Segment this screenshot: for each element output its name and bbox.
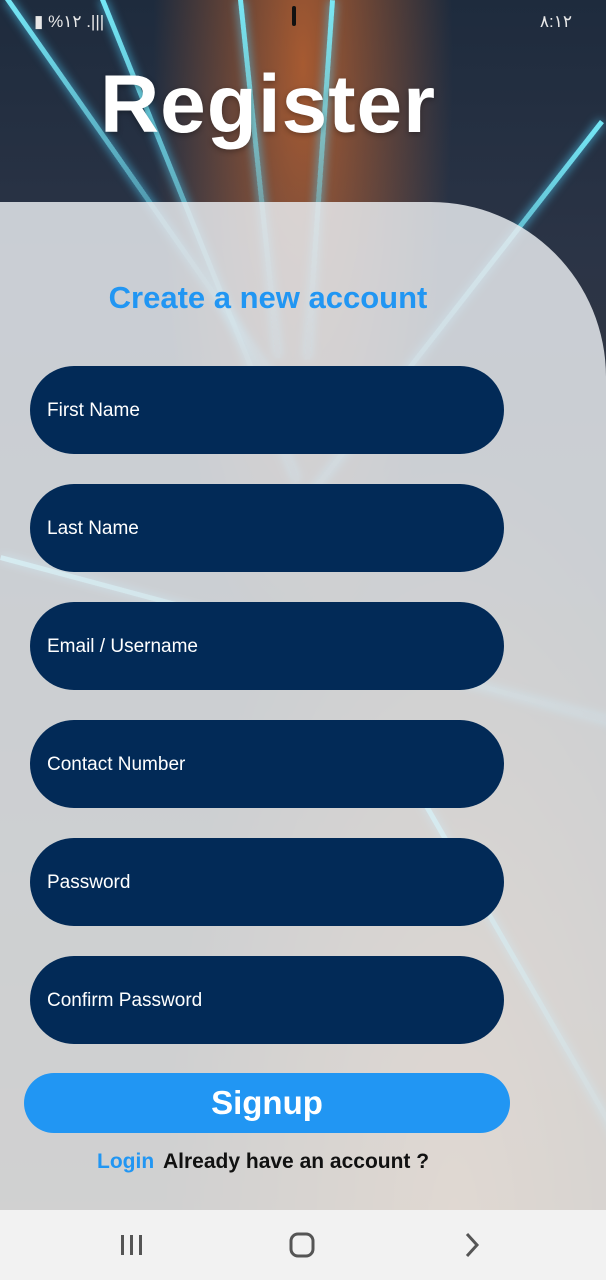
- recent-apps-icon: [121, 1235, 142, 1255]
- subtitle: Create a new account: [108, 280, 428, 315]
- page-title: Register: [99, 59, 437, 150]
- status-bar: ▮ %١٢ .||| ٨:١٢: [0, 0, 606, 44]
- status-left: ▮ %١٢ .|||: [34, 12, 105, 31]
- confirm-password-input[interactable]: [45, 956, 508, 1046]
- form-card: [0, 202, 606, 1212]
- last-name-field[interactable]: [30, 484, 508, 574]
- last-name-input[interactable]: [45, 484, 508, 574]
- recent-apps-button[interactable]: [92, 1210, 172, 1280]
- signup-button[interactable]: Signup: [24, 1073, 510, 1133]
- camera-notch: [292, 6, 296, 26]
- login-prompt: Login Already have an account ?: [0, 1150, 606, 1180]
- already-have-account-text: Already have an account ?: [163, 1150, 430, 1173]
- home-button[interactable]: [262, 1210, 342, 1280]
- first-name-input[interactable]: [45, 366, 508, 456]
- first-name-field[interactable]: [30, 366, 508, 456]
- back-icon: [465, 1232, 480, 1258]
- contact-number-input[interactable]: [45, 720, 508, 810]
- home-icon: [289, 1232, 315, 1258]
- password-input[interactable]: [45, 838, 508, 928]
- email-username-field[interactable]: [30, 602, 508, 692]
- password-field[interactable]: [30, 838, 508, 928]
- status-time: ٨:١٢: [539, 12, 572, 31]
- contact-number-field[interactable]: [30, 720, 508, 810]
- back-button[interactable]: [432, 1210, 512, 1280]
- email-username-input[interactable]: [45, 602, 508, 692]
- system-nav-bar: [0, 1210, 606, 1280]
- login-link[interactable]: Login: [97, 1150, 154, 1174]
- confirm-password-field[interactable]: [30, 956, 508, 1046]
